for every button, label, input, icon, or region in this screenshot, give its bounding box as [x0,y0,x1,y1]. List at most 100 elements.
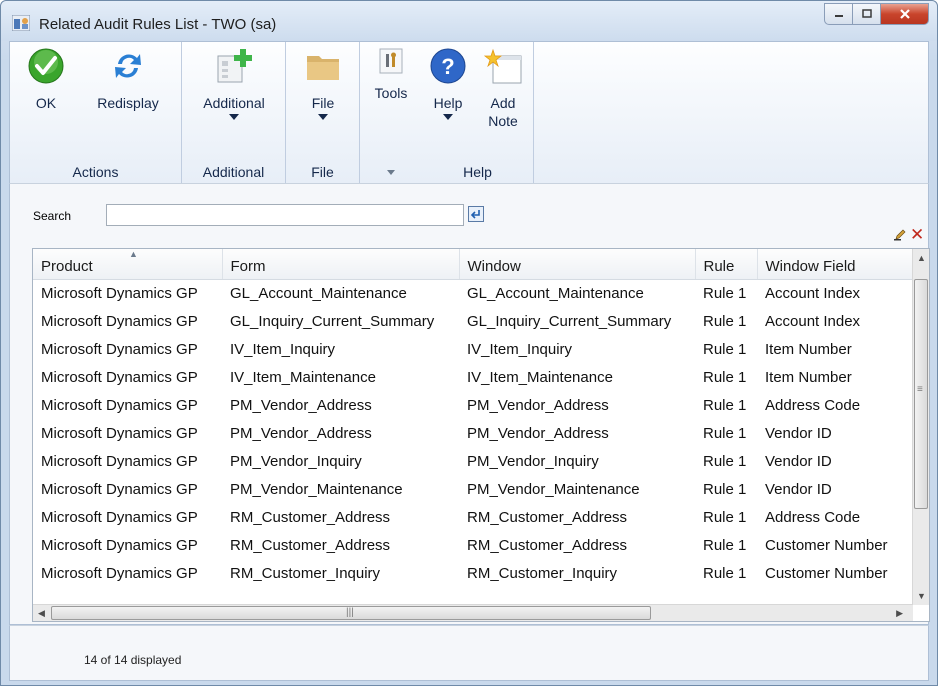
add-window-icon [217,49,252,83]
file-group-label: File [311,164,334,180]
scroll-right-icon[interactable]: ▶ [896,608,903,619]
grip-icon: ||| [346,607,354,618]
cell-window: GL_Account_Maintenance [467,284,644,302]
cell-window-field: Item Number [765,368,852,386]
cell-rule: Rule 1 [703,340,747,358]
table-row[interactable]: Microsoft Dynamics GP RM_Customer_Address… [33,503,913,531]
note-icon [483,48,522,84]
minimize-button[interactable] [824,3,852,25]
cell-form: IV_Item_Inquiry [230,340,336,358]
cell-product: Microsoft Dynamics GP [41,508,198,526]
table-row[interactable]: Microsoft Dynamics GP GL_Account_Maintena… [33,279,913,307]
cell-rule: Rule 1 [703,536,747,554]
vertical-scrollbar[interactable]: ▲ ≡ ▼ [912,249,929,605]
edit-pencil-icon[interactable] [894,229,906,241]
search-input[interactable] [106,204,464,226]
search-label: Search [33,209,72,223]
cell-rule: Rule 1 [703,508,747,526]
svg-text:?: ? [441,54,454,79]
cell-rule: Rule 1 [703,396,747,414]
cell-window: IV_Item_Maintenance [467,368,613,386]
table-row[interactable]: Microsoft Dynamics GP RM_Customer_Inquiry… [33,559,913,587]
folder-icon [307,56,339,80]
cell-window: RM_Customer_Address [467,508,628,526]
ok-button[interactable]: OK [22,48,70,112]
cell-form: PM_Vendor_Maintenance [230,480,403,498]
column-header-window[interactable]: Window [459,249,696,280]
ribbon-group-additional: Additional Additional [182,42,286,184]
vertical-scroll-thumb[interactable]: ≡ [914,279,928,509]
horizontal-scroll-thumb[interactable]: ||| [51,606,651,620]
rules-table: ▲ Product Form Window Rule Window Field … [33,249,914,587]
cell-product: Microsoft Dynamics GP [41,312,198,330]
additional-button[interactable]: Additional [190,48,278,120]
rules-grid: ▲ Product Form Window Rule Window Field … [32,248,930,622]
checkmark-icon [28,48,64,84]
table-row[interactable]: Microsoft Dynamics GP PM_Vendor_Maintenan… [33,475,913,503]
additional-group-label: Additional [202,164,265,180]
file-button[interactable]: File [296,48,350,120]
minimize-icon [834,15,843,17]
horizontal-scrollbar[interactable]: ◀ ||| ▶ [33,604,913,621]
cell-rule: Rule 1 [703,480,747,498]
delete-icon[interactable]: ✕ [910,226,924,243]
grip-icon: ≡ [917,384,923,395]
tools-button[interactable]: Tools [366,48,416,102]
maximize-icon [861,9,872,18]
cell-product: Microsoft Dynamics GP [41,368,198,386]
ribbon-group-actions: OK Redisplay Actions [10,42,182,184]
table-row[interactable]: Microsoft Dynamics GP PM_Vendor_Inquiry PM… [33,447,913,475]
table-row[interactable]: Microsoft Dynamics GP IV_Item_Maintenance… [33,363,913,391]
scroll-up-icon[interactable]: ▲ [917,253,926,263]
cell-window: IV_Item_Inquiry [467,340,573,358]
redisplay-button[interactable]: Redisplay [86,48,170,112]
add-note-button[interactable]: Add Note [478,48,528,130]
column-header-window-field[interactable]: Window Field [757,249,914,280]
search-go-button[interactable] [468,206,484,222]
column-header-rule[interactable]: Rule [695,249,758,280]
help-button[interactable]: ? Help [428,48,468,120]
column-header-form[interactable]: Form [222,249,460,280]
close-icon [899,9,910,19]
scroll-left-icon[interactable]: ◀ [38,608,45,619]
cell-form: GL_Account_Maintenance [230,284,407,302]
table-row[interactable]: Microsoft Dynamics GP GL_Inquiry_Current_… [33,307,913,335]
sort-ascending-icon: ▲ [129,249,138,259]
add-note-label: Add Note [488,95,518,129]
app-icon [12,15,30,31]
return-arrow-icon [470,210,480,219]
table-row[interactable]: Microsoft Dynamics GP IV_Item_Inquiry IV_I… [33,335,913,363]
tools-dropdown-icon[interactable] [387,170,395,176]
cell-window: RM_Customer_Inquiry [467,564,618,582]
cell-window: PM_Vendor_Address [467,424,609,442]
record-count: 14 of 14 displayed [84,653,182,667]
help-label: Help [433,95,463,111]
chevron-down-icon [229,114,239,120]
cell-form: RM_Customer_Address [230,508,391,526]
scroll-down-icon[interactable]: ▼ [917,591,926,601]
redisplay-label: Redisplay [97,95,159,111]
chevron-down-icon [443,114,453,120]
table-row[interactable]: Microsoft Dynamics GP RM_Customer_Address… [33,531,913,559]
close-button[interactable] [880,3,929,25]
table-row[interactable]: Microsoft Dynamics GP PM_Vendor_Address PM… [33,391,913,419]
help-group-label: Help [463,164,492,180]
window-title: Related Audit Rules List - TWO (sa) [39,16,277,33]
cell-form: RM_Customer_Address [230,536,391,554]
cell-window: PM_Vendor_Address [467,396,609,414]
cell-form: PM_Vendor_Address [230,424,372,442]
cell-product: Microsoft Dynamics GP [41,452,198,470]
maximize-button[interactable] [852,3,880,25]
cell-product: Microsoft Dynamics GP [41,536,198,554]
cell-window-field: Customer Number [765,564,888,582]
tools-icon [379,48,403,74]
cell-rule: Rule 1 [703,284,747,302]
cell-window-field: Address Code [765,396,861,414]
cell-form: PM_Vendor_Address [230,396,372,414]
app-window: Related Audit Rules List - TWO (sa) OK R… [0,0,938,686]
table-row[interactable]: Microsoft Dynamics GP PM_Vendor_Address PM… [33,419,913,447]
column-header-product[interactable]: ▲ Product [33,249,223,280]
cell-form: GL_Inquiry_Current_Summary [230,312,435,330]
cell-window-field: Vendor ID [765,424,832,442]
chevron-down-icon [318,114,328,120]
